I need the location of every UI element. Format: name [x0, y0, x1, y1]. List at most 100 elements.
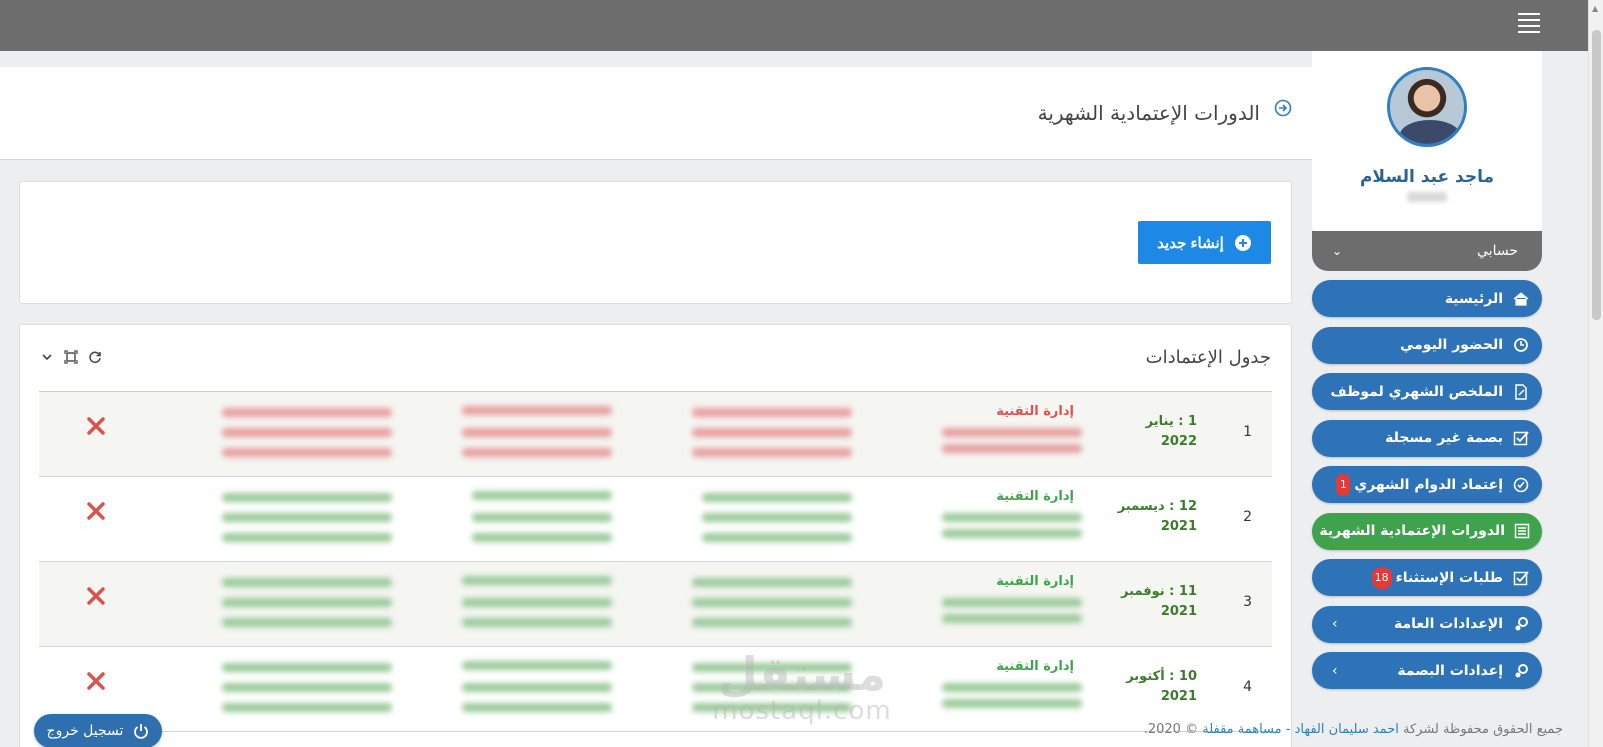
redacted-text: [702, 493, 852, 502]
document-edit-icon: [1512, 383, 1530, 401]
panel-tools: [39, 349, 103, 365]
redacted-text: [222, 663, 392, 672]
delete-icon[interactable]: [84, 499, 108, 523]
redacted-text: [472, 513, 612, 522]
delete-icon[interactable]: [84, 669, 108, 693]
sidebar-item-monthly-cycles[interactable]: الدورات الإعتمادية الشهرية: [1312, 512, 1542, 550]
chevron-right-icon: ›: [1332, 616, 1338, 632]
row-department: إدارة التقنية: [996, 574, 1074, 589]
redacted-text: [702, 513, 852, 522]
redacted-text: [222, 448, 392, 457]
sidebar-item-label: الرئيسية: [1444, 290, 1503, 307]
approvals-table-panel: جدول الإعتمادات 1 1 : يناير 2022 إدارة ا…: [19, 324, 1292, 747]
check-square-icon: [1512, 429, 1530, 447]
table-row[interactable]: 4 10 : أكتوبر 2021 إدارة التقنية: [39, 647, 1272, 732]
create-label: إنشاء جديد: [1157, 234, 1224, 252]
power-icon: [134, 724, 149, 739]
footer-copyright: جميع الحقوق محفوظة لشركة احمد سليمان الف…: [1144, 722, 1563, 737]
redacted-text: [222, 683, 392, 692]
profile-subtitle-redacted: [1407, 192, 1447, 202]
redacted-text: [692, 448, 852, 457]
row-index: 4: [1243, 679, 1252, 695]
redacted-text: [702, 533, 852, 542]
gears-icon: [1512, 615, 1530, 633]
row-month: 11 : نوفمبر 2021: [1121, 584, 1197, 619]
chevron-right-icon: ›: [1332, 662, 1338, 679]
gears-icon: [1512, 662, 1530, 680]
page-title: الدورات الإعتمادية الشهرية: [1037, 101, 1260, 125]
top-bar: [0, 0, 1588, 51]
redacted-text: [222, 428, 392, 437]
footer-prefix: جميع الحقوق محفوظة لشركة: [1403, 722, 1563, 737]
scrollbar-thumb[interactable]: [1592, 30, 1601, 320]
row-index: 3: [1243, 594, 1252, 610]
page-header: الدورات الإعتمادية الشهرية: [0, 67, 1312, 160]
redacted-text: [942, 428, 1082, 437]
logout-label: تسجيل خروج: [46, 723, 124, 739]
footer-suffix: © 2020.: [1143, 722, 1199, 737]
redacted-text: [692, 598, 852, 607]
row-index: 2: [1243, 509, 1252, 525]
fullscreen-icon[interactable]: [63, 349, 79, 365]
sidebar-item-label: الملخص الشهري لموظف: [1330, 383, 1503, 400]
redacted-text: [942, 598, 1082, 607]
plus-circle-icon: [1234, 234, 1251, 251]
redacted-text: [222, 618, 392, 627]
profile-name: ماجد عبد السلام: [1359, 167, 1495, 187]
footer-company-link[interactable]: احمد سليمان الفهاد - مساهمة مقفلة: [1202, 722, 1399, 737]
redacted-text: [222, 493, 392, 502]
sidebar-item-label: الدورات الإعتمادية الشهرية: [1319, 523, 1505, 539]
table-row[interactable]: 3 11 : نوفمبر 2021 إدارة التقنية: [39, 562, 1272, 647]
redacted-text: [942, 699, 1082, 708]
logout-button[interactable]: تسجيل خروج: [34, 714, 162, 747]
row-department: إدارة التقنية: [996, 659, 1074, 674]
row-month: 12 : ديسمبر 2021: [1117, 499, 1197, 534]
sidebar-item-label: الإعدادات العامة: [1394, 616, 1503, 632]
sidebar-item-label: الحضور اليومي: [1399, 337, 1503, 353]
scroll-up-arrow-icon[interactable]: ▲: [1592, 4, 1598, 13]
chevron-down-icon[interactable]: [39, 349, 55, 365]
actions-panel: إنشاء جديد: [19, 181, 1292, 304]
redacted-text: [462, 661, 612, 670]
delete-icon[interactable]: [84, 584, 108, 608]
sidebar-item-exception-requests[interactable]: طلبات الإستثناء 18: [1312, 559, 1542, 596]
sidebar-item-general-settings[interactable]: الإعدادات العامة ›: [1312, 605, 1542, 643]
redacted-text: [462, 576, 612, 585]
sidebar-item-label: إعتماد الدوام الشهري: [1354, 476, 1503, 493]
clock-check-icon: [1512, 476, 1530, 494]
table-row[interactable]: 1 1 : يناير 2022 إدارة التقنية: [39, 392, 1272, 477]
redacted-text: [692, 663, 852, 672]
row-index: 1: [1243, 424, 1252, 440]
sidebar-item-monthly-summary[interactable]: الملخص الشهري لموظف: [1312, 373, 1542, 410]
redacted-text: [462, 406, 612, 415]
table-title: جدول الإعتمادات: [1145, 347, 1271, 368]
sidebar-item-daily-attendance[interactable]: الحضور اليومي: [1312, 326, 1542, 364]
approvals-table: 1 1 : يناير 2022 إدارة التقنية 2 12 : دي…: [39, 391, 1272, 732]
row-department: إدارة التقنية: [996, 404, 1074, 419]
table-row[interactable]: 2 12 : ديسمبر 2021 إدارة التقنية: [39, 477, 1272, 562]
sidebar-item-home[interactable]: الرئيسية: [1312, 280, 1542, 317]
sidebar-item-monthly-approval[interactable]: إعتماد الدوام الشهري 1: [1312, 466, 1542, 503]
delete-icon[interactable]: [84, 414, 108, 438]
page-scrollbar[interactable]: ▲: [1588, 0, 1603, 747]
hamburger-icon[interactable]: [1518, 13, 1540, 33]
redacted-text: [462, 703, 612, 712]
redacted-text: [472, 491, 612, 500]
redacted-text: [942, 444, 1082, 453]
account-dropdown[interactable]: ⌄ حسابي: [1312, 231, 1542, 271]
home-icon: [1512, 290, 1530, 308]
sidebar-item-fingerprint-settings[interactable]: إعدادات البصمة ›: [1312, 652, 1542, 689]
redacted-text: [222, 533, 392, 542]
redacted-text: [462, 598, 612, 607]
redacted-text: [942, 529, 1082, 538]
redacted-text: [462, 618, 612, 627]
sidebar-item-unregistered-fingerprint[interactable]: بصمة غير مسجلة: [1312, 419, 1542, 457]
avatar[interactable]: [1387, 67, 1467, 147]
redacted-text: [222, 578, 392, 587]
refresh-icon[interactable]: [87, 349, 103, 365]
circle-arrow-right-icon: [1274, 99, 1292, 117]
redacted-text: [692, 618, 852, 627]
sidebar-item-label: إعدادات البصمة: [1397, 662, 1503, 679]
create-new-button[interactable]: إنشاء جديد: [1138, 221, 1271, 264]
redacted-text: [462, 683, 612, 692]
